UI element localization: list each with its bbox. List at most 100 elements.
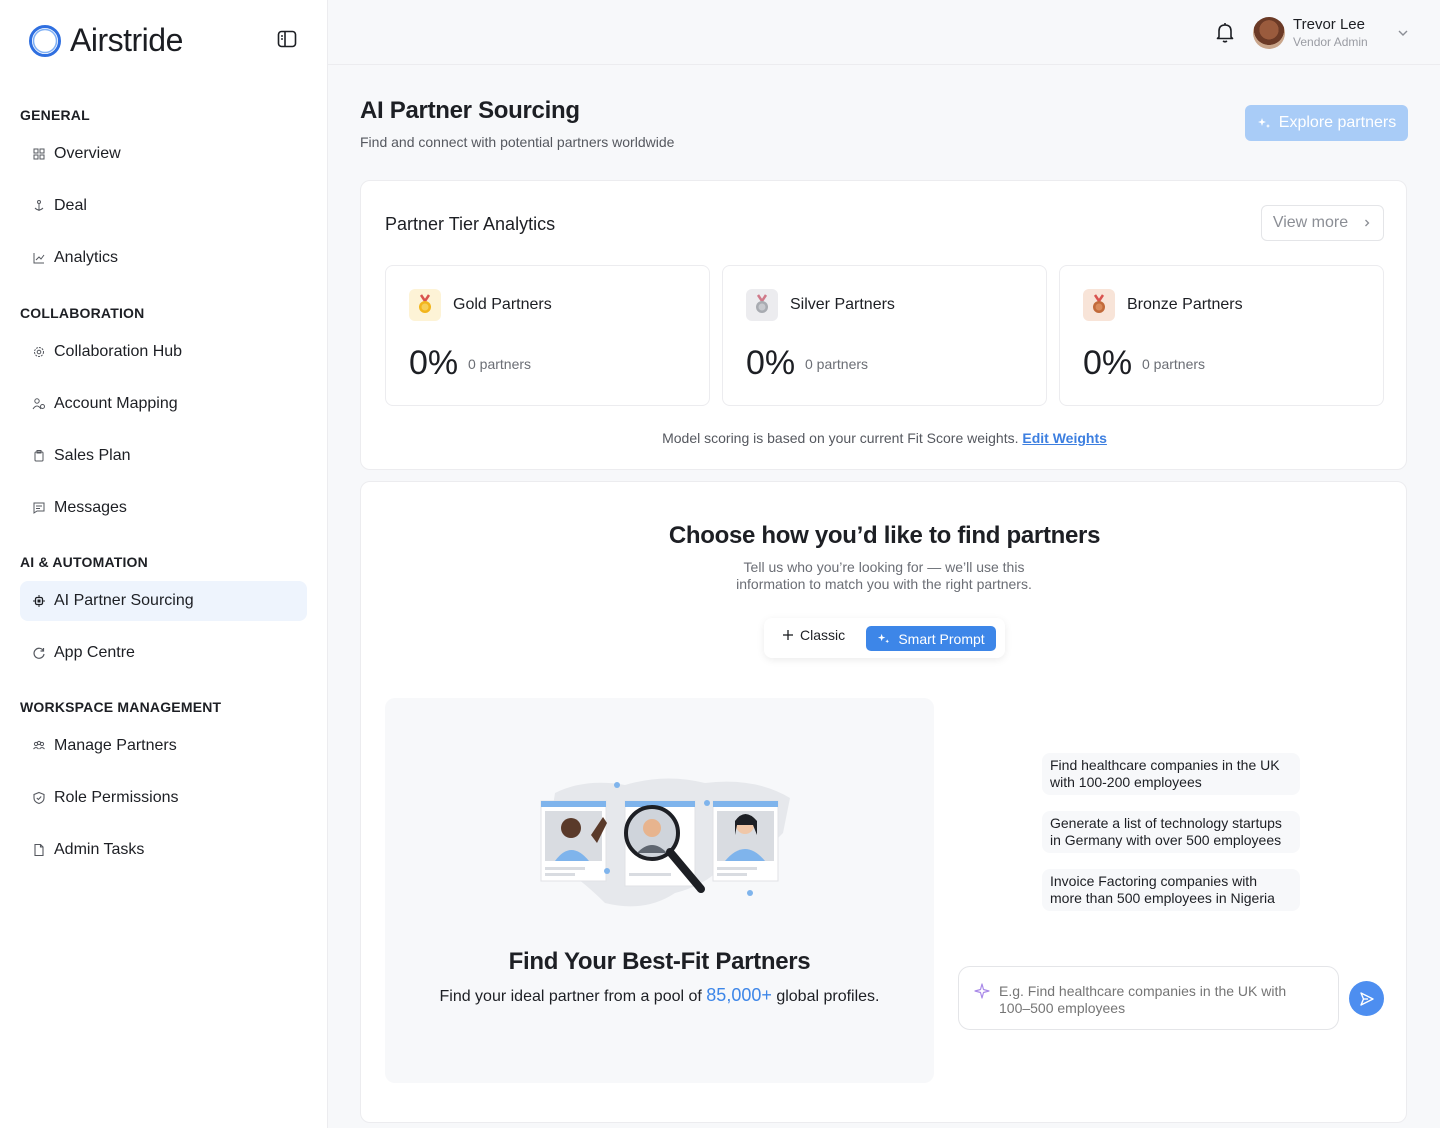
mode-classic-label: Classic — [800, 627, 846, 643]
sparkle-icon — [878, 633, 890, 644]
view-more-button[interactable]: View more — [1261, 205, 1384, 241]
sidebar-item-label: Manage Partners — [54, 737, 177, 754]
notification-bell-icon[interactable] — [1213, 20, 1237, 44]
chevron-down-icon[interactable] — [1396, 26, 1410, 40]
file-icon — [34, 843, 44, 857]
nav-section-ai-automation: AI & AUTOMATION — [20, 554, 148, 570]
tier-card-bronze[interactable]: Bronze Partners 0% 0 partners — [1059, 265, 1384, 406]
airstride-logo-icon — [29, 24, 61, 57]
sidebar-item-manage-partners[interactable]: Manage Partners — [20, 726, 307, 766]
chip-icon — [33, 595, 45, 607]
tier-count: 0 partners — [1142, 356, 1206, 372]
sidebar: Airstride GENERAL Overview Deal Analytic… — [0, 0, 328, 1128]
search-mode-toggle: Classic Smart Prompt — [764, 618, 1005, 658]
plus-icon — [783, 630, 793, 640]
tier-card-gold[interactable]: Gold Partners 0% 0 partners — [385, 265, 710, 406]
sparkle-icon — [1257, 118, 1270, 128]
smart-prompt-input[interactable] — [999, 983, 1319, 1019]
profile-count: 85,000+ — [706, 985, 772, 1005]
find-partners-card: Choose how you’d like to find partners T… — [360, 481, 1407, 1123]
tier-percentage: 0% — [1083, 344, 1133, 382]
tier-card-silver[interactable]: Silver Partners 0% 0 partners — [722, 265, 1047, 406]
mode-smart-label: Smart Prompt — [898, 630, 985, 647]
sidebar-item-sales-plan[interactable]: Sales Plan — [20, 436, 307, 476]
page-subtitle: Find and connect with potential partners… — [360, 134, 675, 150]
brand-name: Airstride — [70, 22, 183, 58]
edit-weights-link[interactable]: Edit Weights — [1022, 430, 1107, 446]
prompt-suggestion[interactable]: Invoice Factoring companies with more th… — [1042, 869, 1300, 911]
mode-smart-prompt-button[interactable]: Smart Prompt — [866, 626, 996, 651]
tier-percentage: 0% — [409, 344, 459, 382]
sidebar-item-label: Deal — [54, 197, 87, 214]
explore-partners-label: Explore partners — [1278, 114, 1397, 131]
sidebar-item-overview[interactable]: Overview — [20, 134, 307, 174]
scoring-note-text: Model scoring is based on your current F… — [662, 430, 1019, 446]
sparkle-icon — [974, 983, 990, 999]
illustration-sub-pre: Find your ideal partner from a pool of — [439, 988, 702, 1005]
sidebar-item-messages[interactable]: Messages — [20, 488, 307, 528]
grid-icon — [33, 148, 45, 160]
tier-name: Bronze Partners — [1127, 296, 1243, 313]
sidebar-item-role-permissions[interactable]: Role Permissions — [20, 778, 307, 818]
user-role: Vendor Admin — [1293, 35, 1368, 49]
sidebar-item-label: Collaboration Hub — [54, 343, 183, 360]
sidebar-item-label: Admin Tasks — [54, 841, 145, 858]
illustration-sub-post: global profiles. — [776, 988, 880, 1005]
sidebar-item-label: Messages — [54, 499, 127, 516]
sidebar-item-label: Analytics — [54, 249, 119, 266]
brand[interactable]: Airstride — [28, 22, 183, 59]
tier-count: 0 partners — [468, 356, 532, 372]
sidebar-item-label: Role Permissions — [54, 789, 179, 806]
sidebar-item-label: Account Mapping — [54, 395, 178, 412]
tier-name: Gold Partners — [453, 296, 552, 313]
avatar[interactable] — [1253, 17, 1285, 49]
tier-name: Silver Partners — [790, 296, 895, 313]
sidebar-item-deal[interactable]: Deal — [20, 186, 307, 226]
sidebar-item-label: Overview — [54, 145, 121, 162]
sidebar-item-admin-tasks[interactable]: Admin Tasks — [20, 830, 307, 870]
nav-section-general: GENERAL — [20, 107, 90, 123]
analytics-title: Partner Tier Analytics — [385, 214, 556, 234]
sidebar-item-analytics[interactable]: Analytics — [20, 238, 307, 278]
illustration-title: Find Your Best-Fit Partners — [508, 948, 811, 975]
bronze-medal-icon — [1083, 289, 1115, 321]
smart-prompt-box — [958, 966, 1339, 1030]
view-more-label: View more — [1272, 214, 1349, 231]
nav-section-workspace-management: WORKSPACE MANAGEMENT — [20, 699, 222, 715]
chevron-right-icon — [1365, 219, 1370, 227]
users-icon — [32, 398, 45, 410]
sidebar-item-ai-partner-sourcing[interactable]: AI Partner Sourcing — [20, 581, 307, 621]
mode-classic-button[interactable]: Classic — [782, 627, 845, 643]
sidebar-item-collaboration-hub[interactable]: Collaboration Hub — [20, 332, 307, 372]
partner-tier-analytics-card: Partner Tier Analytics View more Gold Pa… — [360, 180, 1407, 470]
sidebar-item-app-centre[interactable]: App Centre — [20, 633, 307, 673]
anchor-icon — [34, 200, 44, 211]
finder-title: Choose how you’d like to find partners — [668, 522, 1101, 549]
shield-icon — [33, 791, 45, 805]
message-icon — [33, 502, 45, 514]
silver-medal-icon — [746, 289, 778, 321]
partner-search-illustration — [540, 778, 790, 907]
gold-medal-icon — [409, 289, 441, 321]
send-button[interactable] — [1349, 981, 1384, 1016]
sidebar-item-label: App Centre — [54, 644, 135, 661]
finder-subtitle: Tell us who you’re looking for — we’ll u… — [736, 559, 1032, 592]
prompt-suggestion[interactable]: Generate a list of technology startups i… — [1042, 811, 1300, 853]
tier-count: 0 partners — [805, 356, 869, 372]
people-icon — [33, 740, 45, 750]
user-name: Trevor Lee — [1293, 16, 1365, 33]
scoring-note: Model scoring is based on your current F… — [361, 430, 1408, 446]
prompt-suggestion[interactable]: Find healthcare companies in the UK with… — [1042, 753, 1300, 795]
send-icon — [1359, 991, 1374, 1006]
explore-partners-button[interactable]: Explore partners — [1245, 105, 1408, 141]
sidebar-item-label: Sales Plan — [54, 447, 131, 464]
clipboard-icon — [34, 450, 44, 462]
refresh-icon — [33, 647, 45, 659]
sidebar-item-account-mapping[interactable]: Account Mapping — [20, 384, 307, 424]
sidebar-item-label: AI Partner Sourcing — [54, 592, 194, 609]
nav-section-collaboration: COLLABORATION — [20, 305, 145, 321]
chart-line-icon — [33, 253, 45, 264]
sidebar-toggle-icon[interactable] — [277, 30, 297, 48]
tier-percentage: 0% — [746, 344, 796, 382]
gear-people-icon — [34, 347, 44, 357]
